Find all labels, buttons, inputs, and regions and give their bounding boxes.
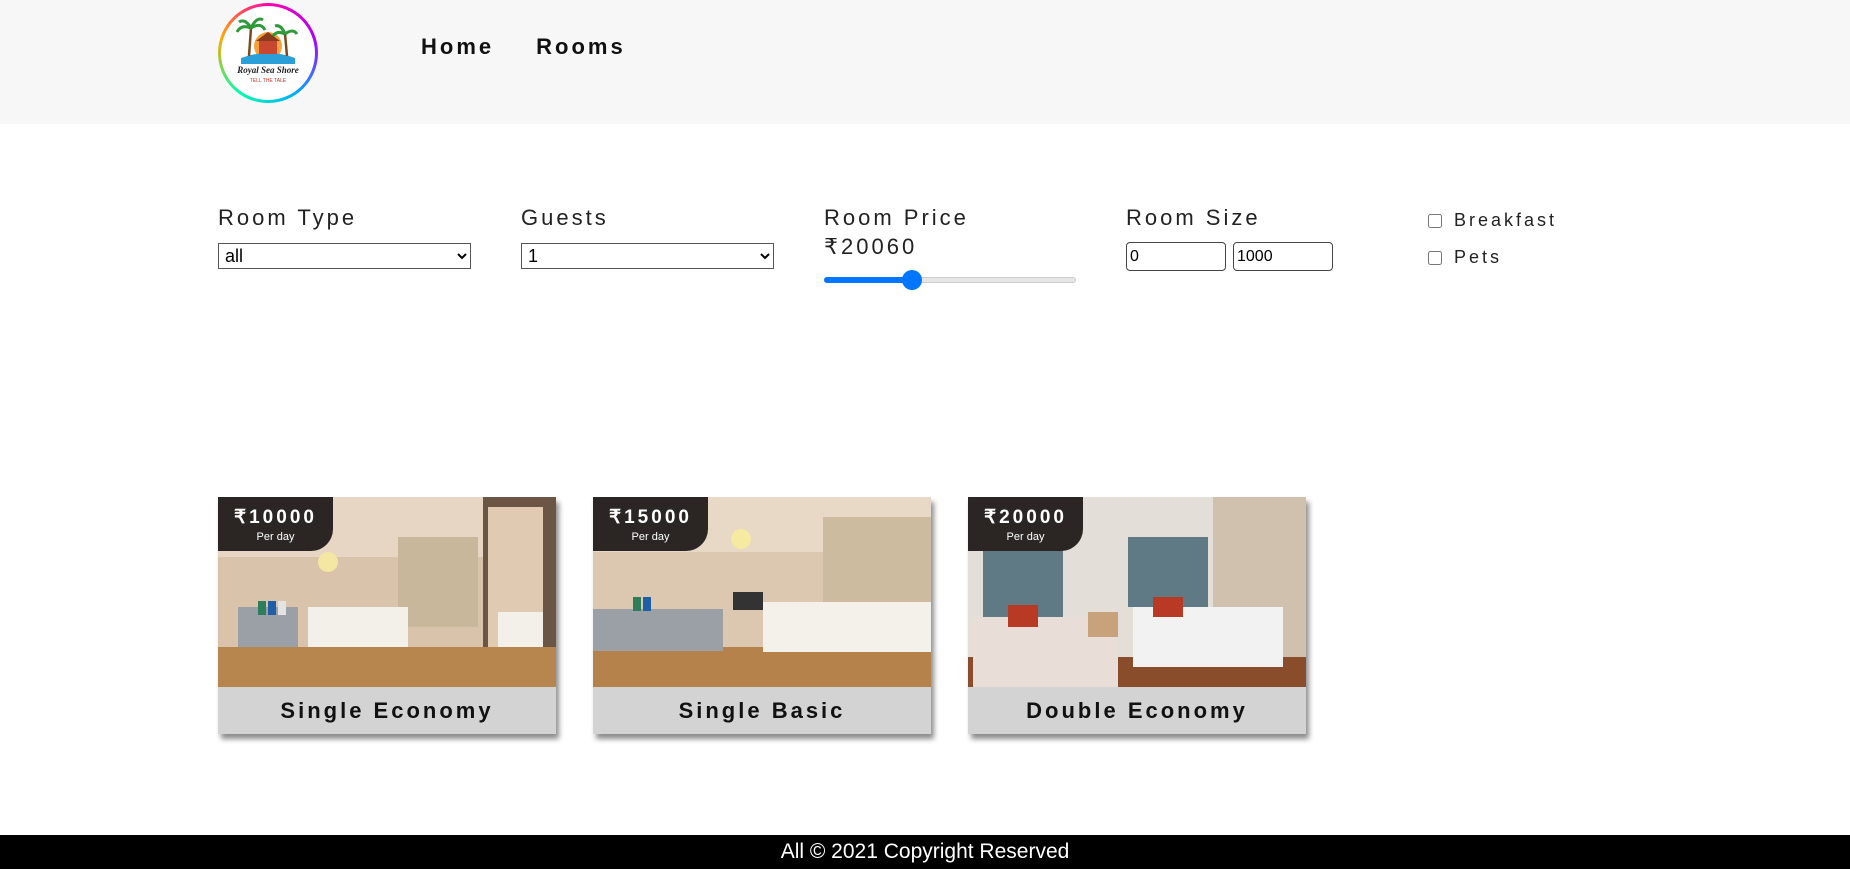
royal-sea-shore-logo[interactable]: Royal Sea Shore TELL THE TALE	[218, 3, 318, 103]
logo-text-top: Royal Sea Shore	[236, 65, 299, 75]
room-size-label: Room Size	[1126, 205, 1261, 230]
breakfast-checkbox[interactable]	[1428, 213, 1442, 228]
room-price-badge: ₹15000 Per day	[593, 497, 708, 551]
room-name[interactable]: Double Economy	[968, 687, 1306, 734]
room-price-value: ₹20060	[824, 234, 918, 259]
logo-text-bottom: TELL THE TALE	[250, 78, 287, 84]
room-size-max-input[interactable]	[1233, 242, 1333, 271]
guests-select[interactable]: 1	[521, 243, 774, 269]
room-type-label: Room Type	[218, 205, 358, 230]
room-price-badge: ₹10000 Per day	[218, 497, 333, 551]
slider-thumb[interactable]	[902, 270, 923, 290]
room-name[interactable]: Single Economy	[218, 687, 556, 734]
pets-checkbox[interactable]	[1428, 250, 1442, 265]
room-card-single-basic[interactable]: ₹15000 Per day Single Basic	[593, 497, 931, 734]
room-price-badge: ₹20000 Per day	[968, 497, 1083, 551]
room-price-period: Per day	[1006, 531, 1045, 543]
main-nav: Home Rooms	[421, 34, 626, 60]
room-size-min-input[interactable]	[1126, 242, 1226, 271]
slider-fill	[824, 277, 913, 283]
breakfast-label: Breakfast	[1454, 210, 1558, 230]
nav-rooms-link[interactable]: Rooms	[536, 34, 626, 60]
room-price: ₹15000	[609, 507, 692, 528]
nav-home-link[interactable]: Home	[421, 34, 494, 60]
room-card-double-economy[interactable]: ₹20000 Per day Double Economy	[968, 497, 1306, 734]
room-price: ₹10000	[234, 507, 317, 528]
room-type-select[interactable]: all	[218, 243, 471, 269]
footer: All © 2021 Copyright Reserved	[0, 835, 1850, 869]
room-name[interactable]: Single Basic	[593, 687, 931, 734]
room-price-period: Per day	[631, 531, 670, 543]
room-price-period: Per day	[256, 531, 295, 543]
breakfast-checkbox-row[interactable]: Breakfast	[1428, 210, 1557, 231]
room-price-label: Room Price	[824, 205, 969, 230]
palm-hut-icon: Royal Sea Shore TELL THE TALE	[235, 17, 299, 84]
header: Royal Sea Shore TELL THE TALE Home Rooms	[0, 0, 1850, 124]
pets-label: Pets	[1454, 247, 1503, 267]
guests-label: Guests	[521, 205, 609, 230]
room-price: ₹20000	[984, 507, 1067, 528]
room-price-slider[interactable]	[824, 270, 1076, 290]
room-card-single-economy[interactable]: ₹10000 Per day Single Economy	[218, 497, 556, 734]
pets-checkbox-row[interactable]: Pets	[1428, 247, 1502, 268]
